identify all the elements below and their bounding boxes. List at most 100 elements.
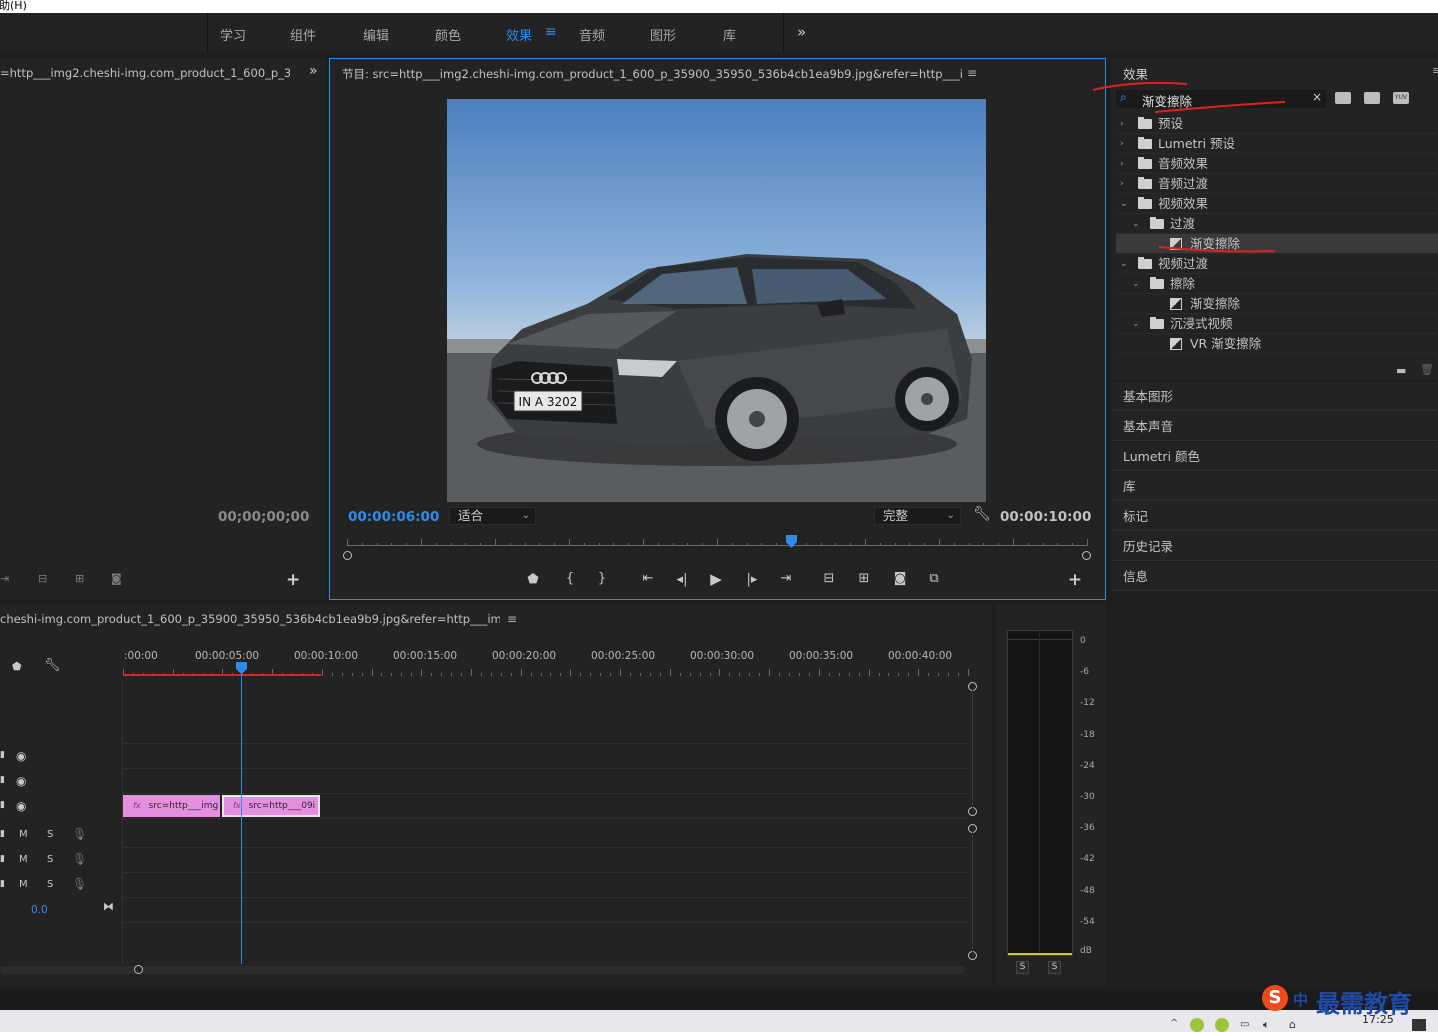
solo-button[interactable]: S (47, 854, 53, 865)
play-icon[interactable]: ▶ (707, 570, 725, 588)
yuv-effects-icon[interactable]: YUV (1393, 92, 1409, 104)
panel-history[interactable]: 历史记录 (1111, 532, 1438, 561)
32bit-effects-icon[interactable] (1364, 92, 1380, 104)
program-current-timecode[interactable]: 00:00:06:00 (348, 509, 439, 525)
comparison-view-icon[interactable]: ⧉ (925, 571, 943, 586)
program-playhead[interactable] (786, 535, 797, 548)
panel-essential-graphics[interactable]: 基本图形 (1111, 382, 1438, 411)
track-lock-icon[interactable]: ▮ (0, 800, 5, 810)
volume-icon[interactable]: 🔈︎ (1263, 1018, 1270, 1032)
solo-button[interactable]: S (47, 829, 53, 840)
quality-select[interactable]: 完整 ⌄ (874, 507, 961, 525)
step-back-icon[interactable]: ◂| (673, 572, 691, 587)
workspace-menu-icon[interactable]: ≡ (545, 24, 557, 40)
audio-scroll-handle-bottom[interactable] (968, 951, 977, 960)
add-marker-icon[interactable]: ⬟ (524, 572, 542, 587)
delete-icon[interactable]: 🗑︎ (1420, 363, 1434, 376)
new-bin-icon[interactable]: ▬ (1396, 364, 1406, 377)
fit-select[interactable]: 适合 ⌄ (449, 507, 536, 525)
eye-icon[interactable]: ◉ (16, 774, 26, 788)
chevron-down-icon[interactable]: ⌄ (1120, 254, 1128, 274)
network-icon[interactable]: ▭ (1240, 1019, 1249, 1030)
panel-libraries[interactable]: 库 (1111, 472, 1438, 501)
workspace-tab-audio[interactable]: 音频 (579, 25, 605, 44)
microphone-icon[interactable]: 🎙︎ (72, 877, 87, 891)
source-overwrite-icon[interactable]: ⊞ (75, 572, 84, 585)
chevron-down-icon[interactable]: ⌄ (1132, 274, 1140, 294)
track-lock-icon[interactable]: ▮ (0, 854, 5, 864)
timeline-sequence-tab[interactable]: cheshi-img.com_product_1_600_p_35900_359… (0, 612, 500, 626)
lift-icon[interactable]: ⊟ (820, 571, 838, 586)
mute-button[interactable]: M (19, 879, 28, 890)
track-lock-icon[interactable]: ▮ (0, 750, 5, 760)
audio-scrollbar[interactable] (972, 832, 973, 952)
track-lock-icon[interactable]: ▮ (0, 775, 5, 785)
video-clip-selected[interactable]: fx src=http___09i (222, 795, 320, 817)
panel-lumetri-color[interactable]: Lumetri 颜色 (1111, 442, 1438, 471)
tray-app-icon[interactable] (1215, 1018, 1229, 1032)
master-volume-value[interactable]: 0.0 (31, 904, 48, 916)
effects-tree-item[interactable]: VR 渐变擦除 (1116, 334, 1438, 354)
eye-icon[interactable]: ◉ (16, 749, 26, 763)
source-timecode[interactable]: 00;00;00;00 (218, 509, 309, 525)
ime-mode-indicator[interactable]: 中 (1293, 989, 1308, 1010)
program-panel-title[interactable]: 节目: src=http___img2.cheshi-img.com_produ… (342, 66, 962, 82)
accelerated-effects-icon[interactable] (1335, 92, 1351, 104)
mute-button[interactable]: M (19, 829, 28, 840)
menu-help[interactable]: 帮助(H) (0, 0, 27, 11)
panel-markers[interactable]: 标记 (1111, 502, 1438, 531)
source-panel-overflow-icon[interactable]: » (309, 63, 318, 79)
track-lock-icon[interactable]: ▮ (0, 879, 5, 889)
master-track-icon[interactable]: ⧓ (103, 900, 114, 913)
sogou-ime-logo[interactable]: S (1262, 985, 1288, 1011)
workspace-tab-effects[interactable]: 效果 (506, 25, 532, 44)
panel-info[interactable]: 信息 (1111, 562, 1438, 591)
microphone-icon[interactable]: 🎙︎ (72, 827, 87, 841)
wrench-icon[interactable]: 🔧︎ (973, 506, 991, 522)
program-zoom-start-handle[interactable] (343, 551, 352, 560)
go-to-out-icon[interactable]: ⇥ (777, 571, 795, 586)
tray-chevron-up-icon[interactable]: ^ (1170, 1018, 1178, 1029)
workspace-tab-graphics[interactable]: 图形 (650, 25, 676, 44)
program-zoom-end-handle[interactable] (1082, 551, 1091, 560)
workspace-tab-assembly[interactable]: 组件 (290, 25, 316, 44)
source-add-button-icon[interactable]: + (286, 570, 300, 590)
tray-app-icon[interactable]: ⌂ (1289, 1018, 1296, 1031)
source-export-frame-icon[interactable]: ◙ (111, 572, 122, 585)
tray-app-icon[interactable] (1190, 1018, 1204, 1032)
program-add-button-icon[interactable]: + (1066, 570, 1084, 590)
effects-tree-item[interactable]: ⌄ 沉浸式视频 (1116, 314, 1438, 334)
step-forward-icon[interactable]: |▸ (743, 572, 761, 587)
workspace-tab-learn[interactable]: 学习 (220, 25, 246, 44)
effects-tree-item[interactable]: 渐变擦除 (1116, 294, 1438, 314)
effects-panel-menu-icon[interactable]: ≡ (1432, 64, 1438, 77)
video-scrollbar[interactable] (972, 690, 973, 808)
source-panel-title[interactable]: =http___img2.cheshi-img.com_product_1_60… (0, 66, 290, 80)
program-video-frame[interactable]: IN A 3202 (447, 99, 986, 502)
effects-tree-item[interactable]: ⌄ 视频过渡 (1116, 254, 1438, 274)
add-marker-icon[interactable]: ⬟ (12, 660, 22, 673)
source-insert-icon[interactable]: ⊟ (38, 572, 47, 585)
workspace-overflow-icon[interactable]: » (797, 23, 806, 41)
extract-icon[interactable]: ⊞ (855, 571, 873, 586)
notification-icon[interactable] (1412, 1019, 1426, 1031)
timeline-playhead[interactable] (236, 662, 247, 674)
timeline-menu-icon[interactable]: ≡ (507, 612, 517, 626)
effects-tree-item[interactable]: ⌄ 擦除 (1116, 274, 1438, 294)
video-scroll-handle-bottom[interactable] (968, 807, 977, 816)
chevron-down-icon[interactable]: ⌄ (1132, 314, 1140, 334)
timeline-settings-wrench-icon[interactable]: 🔧︎ (44, 658, 61, 673)
clear-search-icon[interactable]: × (1312, 90, 1322, 104)
meter-solo-right[interactable]: S (1048, 961, 1061, 974)
workspace-tab-editing[interactable]: 编辑 (363, 25, 389, 44)
meter-solo-left[interactable]: S (1016, 961, 1029, 974)
program-panel-menu-icon[interactable]: ≡ (967, 66, 977, 80)
go-to-in-icon[interactable]: ⇤ (639, 571, 657, 586)
panel-essential-sound[interactable]: 基本声音 (1111, 412, 1438, 441)
timeline-horizontal-scrollbar[interactable] (0, 966, 965, 974)
export-frame-icon[interactable]: ◙ (891, 571, 909, 586)
workspace-tab-color[interactable]: 颜色 (435, 25, 461, 44)
source-goto-out-icon[interactable]: ⇥ (0, 572, 9, 585)
track-lock-icon[interactable]: ▮ (0, 829, 5, 839)
mark-out-icon[interactable]: } (593, 571, 611, 586)
